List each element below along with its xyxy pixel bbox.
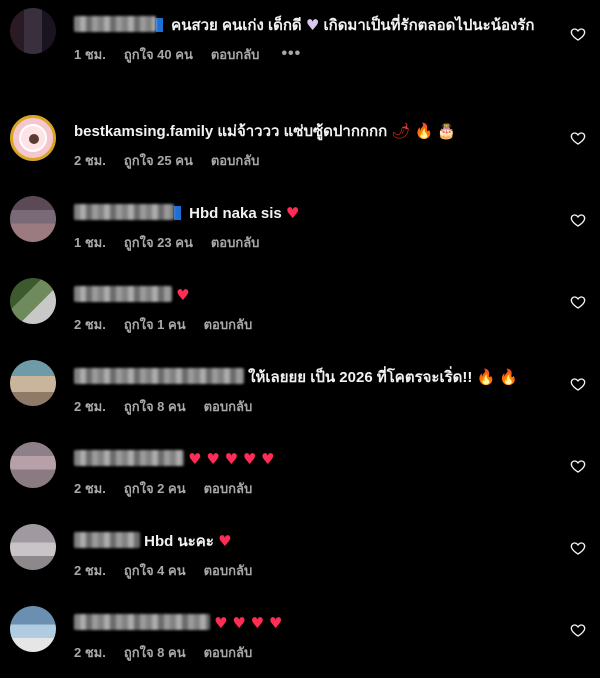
like-heart-icon[interactable] [570, 376, 586, 392]
comment-text-line: คนสวย คนเก่ง เด็กดี ♥ เกิดมาเป็นที่รักตล… [74, 14, 544, 37]
like-count[interactable]: ถูกใจ 2 คน [124, 478, 186, 499]
comment-meta: 1 ชม. ถูกใจ 40 คน ตอบกลับ ••• [74, 45, 544, 63]
hearts-emoji: ♥ ♥ ♥ ♥ [214, 614, 283, 632]
like-heart-icon[interactable] [570, 26, 586, 42]
more-options-icon[interactable]: ••• [281, 45, 301, 63]
comment-body: Hbd naka sis ♥ 1 ชม. ถูกใจ 23 คน ตอบกลับ [74, 202, 544, 251]
heart-emoji: ♥ [218, 532, 232, 550]
reply-button[interactable]: ตอบกลับ [211, 150, 260, 171]
comment-meta: 2 ชม. ถูกใจ 25 คน ตอบกลับ [74, 151, 544, 169]
avatar[interactable] [10, 442, 56, 488]
avatar[interactable] [10, 115, 56, 161]
reply-button[interactable]: ตอบกลับ [204, 560, 253, 581]
avatar[interactable] [10, 278, 56, 324]
like-heart-icon[interactable] [570, 294, 586, 310]
reply-button[interactable]: ตอบกลับ [204, 314, 253, 335]
comment-text-line: Hbd นะคะ ♥ [74, 530, 544, 553]
like-count[interactable]: ถูกใจ 40 คน [124, 44, 193, 65]
like-heart-icon[interactable] [570, 130, 586, 146]
like-count[interactable]: ถูกใจ 25 คน [124, 150, 193, 171]
comment-text: คนสวย คนเก่ง เด็กดี [171, 17, 302, 34]
comment-time: 2 ชม. [74, 398, 106, 414]
comment-text-line: ♥ ♥ ♥ ♥ [74, 612, 544, 635]
comment-meta: 2 ชม. ถูกใจ 1 คน ตอบกลับ [74, 315, 544, 333]
like-heart-icon[interactable] [570, 540, 586, 556]
like-heart-icon[interactable] [570, 212, 586, 228]
fire-emoji: 🔥 [476, 368, 496, 386]
blurred-badge [174, 206, 181, 220]
comment-text: ให้เลยยย เป็น 2026 ที่โคตรจะเริ่ด!! [248, 369, 473, 386]
comment-text-continued: เกิดมาเป็นที่รักตลอดไปนะน้องรัก [323, 17, 535, 34]
blurred-username[interactable] [74, 16, 156, 32]
comment-meta: 2 ชม. ถูกใจ 2 คน ตอบกลับ [74, 479, 544, 497]
reply-button[interactable]: ตอบกลับ [204, 478, 253, 499]
like-count[interactable]: ถูกใจ 4 คน [124, 560, 186, 581]
comment-body: ให้เลยยย เป็น 2026 ที่โคตรจะเริ่ด!! 🔥 🔥 … [74, 366, 544, 415]
reply-button[interactable]: ตอบกลับ [211, 44, 260, 65]
comment-body: ♥ ♥ ♥ ♥ ♥ 2 ชม. ถูกใจ 2 คน ตอบกลับ [74, 448, 544, 497]
comment-text-line: ♥ ♥ ♥ ♥ ♥ [74, 448, 544, 471]
comment-text: แม่จ้าววว แซ่บซู้ดปากกกก [217, 123, 388, 140]
comment-body: ♥ ♥ ♥ ♥ 2 ชม. ถูกใจ 8 คน ตอบกลับ [74, 612, 544, 661]
comment-body: ♥ 2 ชม. ถูกใจ 1 คน ตอบกลับ [74, 284, 544, 333]
comment-text: Hbd นะคะ [144, 533, 214, 550]
heart-emoji: ♥ [176, 286, 190, 304]
avatar[interactable] [10, 8, 56, 54]
reply-button[interactable]: ตอบกลับ [204, 396, 253, 417]
blurred-username[interactable] [74, 286, 172, 302]
avatar[interactable] [10, 606, 56, 652]
comment-time: 2 ชม. [74, 152, 106, 168]
fire-emoji: 🔥 [414, 122, 434, 140]
like-count[interactable]: ถูกใจ 8 คน [124, 642, 186, 663]
username[interactable]: bestkamsing.family [74, 123, 213, 140]
comment-meta: 1 ชม. ถูกใจ 23 คน ตอบกลับ [74, 233, 544, 251]
blurred-username[interactable] [74, 614, 210, 630]
comment-text-line: ให้เลยยย เป็น 2026 ที่โคตรจะเริ่ด!! 🔥 🔥 [74, 366, 544, 389]
avatar[interactable] [10, 524, 56, 570]
reply-button[interactable]: ตอบกลับ [204, 642, 253, 663]
heart-emoji: ♥ [285, 204, 300, 222]
comment-text: Hbd naka sis [189, 205, 282, 222]
blurred-username[interactable] [74, 204, 174, 220]
comment-time: 2 ชม. [74, 480, 106, 496]
like-count[interactable]: ถูกใจ 23 คน [124, 232, 193, 253]
avatar[interactable] [10, 196, 56, 242]
comment-time: 2 ชม. [74, 316, 106, 332]
like-heart-icon[interactable] [570, 622, 586, 638]
comment-time: 1 ชม. [74, 234, 106, 250]
comment-list: คนสวย คนเก่ง เด็กดี ♥ เกิดมาเป็นที่รักตล… [0, 0, 600, 678]
fire-emoji: 🔥 [499, 368, 519, 386]
avatar[interactable] [10, 360, 56, 406]
comment-meta: 2 ชม. ถูกใจ 8 คน ตอบกลับ [74, 397, 544, 415]
comment-text-line: ♥ [74, 284, 544, 307]
comment-text-line: Hbd naka sis ♥ [74, 202, 544, 225]
comment-body: bestkamsing.family แม่จ้าววว แซ่บซู้ดปาก… [74, 120, 544, 169]
comment-time: 2 ชม. [74, 644, 106, 660]
like-heart-icon[interactable] [570, 458, 586, 474]
hearts-emoji: ♥ ♥ ♥ ♥ ♥ [188, 450, 275, 468]
comment-body: Hbd นะคะ ♥ 2 ชม. ถูกใจ 4 คน ตอบกลับ [74, 530, 544, 579]
comment-meta: 2 ชม. ถูกใจ 4 คน ตอบกลับ [74, 561, 544, 579]
heart-emoji: ♥ [305, 16, 320, 34]
blurred-username[interactable] [74, 368, 244, 384]
comment-text-line: bestkamsing.family แม่จ้าววว แซ่บซู้ดปาก… [74, 120, 544, 143]
comment-body: คนสวย คนเก่ง เด็กดี ♥ เกิดมาเป็นที่รักตล… [74, 14, 544, 63]
blurred-username[interactable] [74, 532, 140, 548]
blurred-badge [156, 18, 163, 32]
chili-emoji: 🌶 [391, 122, 411, 140]
comment-meta: 2 ชม. ถูกใจ 8 คน ตอบกลับ [74, 643, 544, 661]
like-count[interactable]: ถูกใจ 1 คน [124, 314, 186, 335]
reply-button[interactable]: ตอบกลับ [211, 232, 260, 253]
comment-time: 1 ชม. [74, 46, 106, 62]
cake-emoji: 🎂 [437, 122, 457, 140]
comment-time: 2 ชม. [74, 562, 106, 578]
like-count[interactable]: ถูกใจ 8 คน [124, 396, 186, 417]
blurred-username[interactable] [74, 450, 184, 466]
